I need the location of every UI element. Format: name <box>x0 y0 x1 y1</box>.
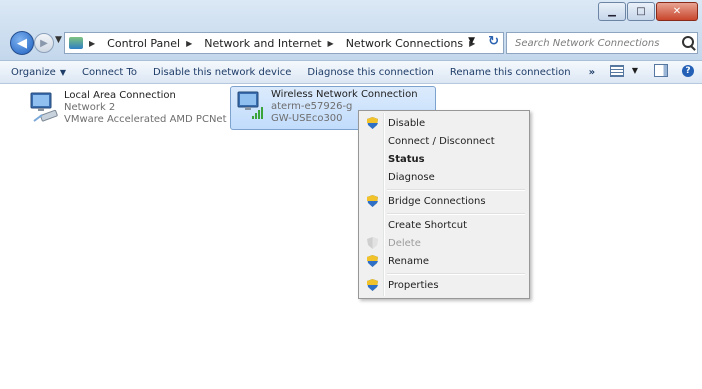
connection-name: Local Area Connection <box>64 90 176 101</box>
menu-item-create-shortcut[interactable]: Create Shortcut <box>361 216 527 234</box>
menu-item-label: Create Shortcut <box>388 219 467 231</box>
more-commands-button[interactable]: » <box>589 67 595 78</box>
command-bar: Organize ▼ Connect To Disable this networ… <box>0 61 702 84</box>
disable-device-button[interactable]: Disable this network device <box>153 67 291 78</box>
shield-icon <box>367 195 378 207</box>
connection-device: VMware Accelerated AMD PCNet ... <box>64 114 240 125</box>
navigation-row: ◀ ▶ ▼ ▶ Control Panel ▶ Network and Inte… <box>0 30 702 55</box>
menu-item-label: Status <box>388 153 425 165</box>
breadcrumb-separator-icon[interactable]: ▶ <box>89 39 95 48</box>
close-button[interactable]: ✕ <box>656 2 698 21</box>
shield-icon <box>367 255 378 267</box>
menu-item-label: Disable <box>388 117 426 129</box>
menu-separator <box>387 189 525 191</box>
shield-icon <box>367 237 378 249</box>
organize-menu[interactable]: Organize ▼ <box>11 67 66 78</box>
context-menu: Disable Connect / Disconnect Status Diag… <box>358 110 530 299</box>
menu-item-label: Properties <box>388 279 439 291</box>
control-panel-icon <box>69 37 83 49</box>
connect-to-button[interactable]: Connect To <box>82 67 137 78</box>
menu-item-status[interactable]: Status <box>361 150 527 168</box>
search-icon[interactable] <box>682 36 694 48</box>
minimize-icon: ▁ <box>608 6 616 17</box>
menu-item-label: Diagnose <box>388 171 435 183</box>
menu-item-connect-disconnect[interactable]: Connect / Disconnect <box>361 132 527 150</box>
help-icon[interactable]: ? <box>682 64 694 77</box>
breadcrumb-separator-icon[interactable]: ▶ <box>328 39 334 48</box>
address-bar[interactable]: ▶ Control Panel ▶ Network and Internet ▶… <box>64 32 504 54</box>
menu-separator <box>387 213 525 215</box>
connections-pane: Local Area Connection Network 2 VMware A… <box>0 84 702 389</box>
menu-item-label: Rename <box>388 255 430 267</box>
address-dropdown-icon[interactable]: ▼ <box>468 36 475 46</box>
back-button[interactable]: ◀ <box>10 31 34 55</box>
menu-item-rename[interactable]: Rename <box>361 252 527 270</box>
breadcrumb-separator-icon[interactable]: ▶ <box>186 39 192 48</box>
connection-details: Local Area Connection Network 2 VMware A… <box>64 90 239 126</box>
maximize-icon: □ <box>636 6 646 17</box>
organize-label: Organize <box>11 66 56 78</box>
shield-icon <box>367 279 378 291</box>
forward-arrow-icon: ▶ <box>40 37 48 49</box>
shield-icon <box>367 117 378 129</box>
connection-name: Wireless Network Connection <box>271 89 418 100</box>
window-controls: ▁ □ ✕ <box>597 2 698 21</box>
back-arrow-icon: ◀ <box>17 35 27 51</box>
maximize-button[interactable]: □ <box>627 2 655 21</box>
recent-pages-dropdown[interactable]: ▼ <box>55 35 62 45</box>
menu-item-label: Delete <box>388 237 421 249</box>
wired-network-icon <box>30 92 58 122</box>
rename-connection-button[interactable]: Rename this connection <box>450 67 571 78</box>
view-controls: ▼ ? <box>609 64 694 77</box>
diagnose-connection-button[interactable]: Diagnose this connection <box>307 67 433 78</box>
search-box[interactable] <box>506 32 698 54</box>
close-icon: ✕ <box>672 6 682 17</box>
search-input[interactable] <box>513 36 681 50</box>
menu-item-label: Connect / Disconnect <box>388 135 495 147</box>
menu-item-bridge-connections[interactable]: Bridge Connections <box>361 192 527 210</box>
breadcrumb-network-and-internet[interactable]: Network and Internet <box>204 37 321 50</box>
preview-pane-icon[interactable] <box>654 64 668 77</box>
change-view-icon[interactable] <box>609 64 624 77</box>
wireless-network-icon <box>237 91 263 119</box>
connection-item-local-area[interactable]: Local Area Connection Network 2 VMware A… <box>24 88 239 130</box>
menu-item-disable[interactable]: Disable <box>361 114 527 132</box>
breadcrumb-network-connections[interactable]: Network Connections <box>346 37 463 50</box>
menu-item-label: Bridge Connections <box>388 195 486 207</box>
connection-network: Network 2 <box>64 102 116 113</box>
menu-item-properties[interactable]: Properties <box>361 276 527 294</box>
view-options-dropdown-icon[interactable]: ▼ <box>632 66 638 75</box>
refresh-icon[interactable]: ↻ <box>488 34 499 49</box>
chevron-down-icon: ▼ <box>59 67 66 77</box>
minimize-button[interactable]: ▁ <box>598 2 626 21</box>
breadcrumb-control-panel[interactable]: Control Panel <box>107 37 180 50</box>
title-bar: ▁ □ ✕ ◀ ▶ ▼ ▶ Control Panel ▶ Network an… <box>0 0 702 61</box>
menu-separator <box>387 273 525 275</box>
menu-item-diagnose[interactable]: Diagnose <box>361 168 527 186</box>
menu-item-delete: Delete <box>361 234 527 252</box>
forward-button[interactable]: ▶ <box>34 33 54 53</box>
